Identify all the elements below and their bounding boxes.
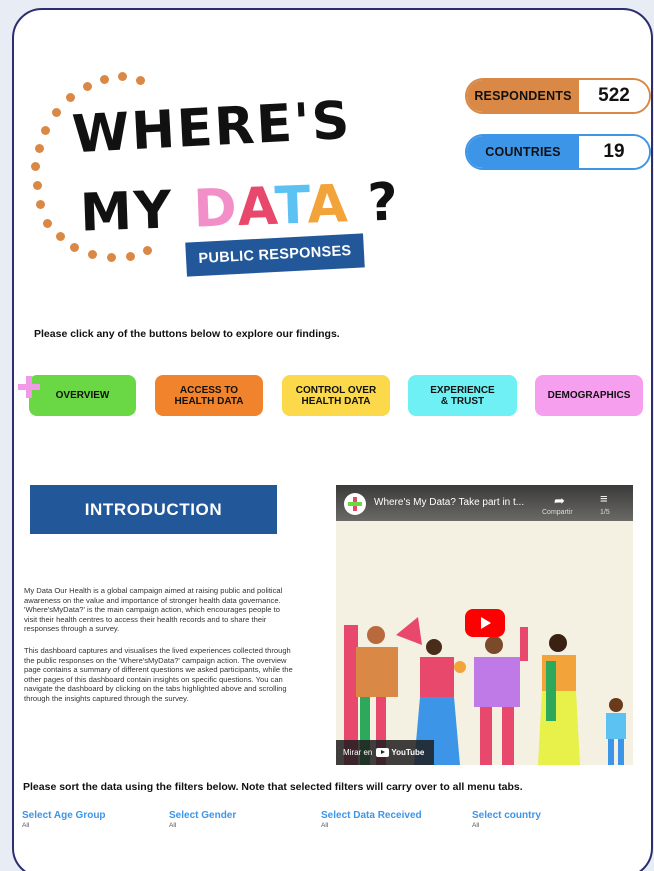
- control-over-health-data-button[interactable]: CONTROL OVER HEALTH DATA: [282, 375, 390, 416]
- watch-on-youtube-button[interactable]: Mirar en YouTube: [336, 740, 434, 765]
- public-responses-badge: PUBLIC RESPONSES: [185, 233, 365, 277]
- respondents-value: 522: [579, 80, 649, 112]
- age-group-filter[interactable]: Select Age Group All: [22, 810, 106, 829]
- intro-paragraph-1: My Data Our Health is a global campaign …: [24, 586, 283, 634]
- youtube-video-embed[interactable]: Where's My Data? Take part in t... ➦ Com…: [336, 485, 633, 765]
- overview-button[interactable]: OVERVIEW: [29, 375, 136, 416]
- respondents-label: RESPONDENTS: [467, 80, 579, 112]
- dashboard-frame: WHERE'S MY DATA ? PUBLIC RESPONSES RESPO…: [12, 8, 653, 871]
- gender-filter[interactable]: Select Gender All: [169, 810, 236, 829]
- video-title[interactable]: Where's My Data? Take part in t...: [374, 497, 544, 508]
- channel-icon[interactable]: [344, 493, 366, 515]
- demographics-button[interactable]: DEMOGRAPHICS: [535, 375, 643, 416]
- countries-card: COUNTRIES 19: [465, 134, 651, 170]
- countries-label: COUNTRIES: [467, 136, 579, 168]
- share-icon[interactable]: ➦: [554, 493, 565, 509]
- watch-on-label: Mirar en: [343, 748, 373, 757]
- explore-prompt: Please click any of the buttons below to…: [34, 328, 340, 340]
- country-filter[interactable]: Select country All: [472, 810, 541, 829]
- intro-paragraph-2: This dashboard captures and visualises t…: [24, 646, 293, 703]
- youtube-play-icon: [376, 748, 390, 757]
- plus-icon: [18, 376, 40, 398]
- youtube-logo: YouTube: [376, 748, 424, 757]
- playlist-icon[interactable]: ≡: [600, 491, 608, 506]
- logo-title-line1: WHERE'S: [70, 90, 353, 166]
- filter-prompt: Please sort the data using the filters b…: [23, 781, 523, 793]
- access-to-health-data-button[interactable]: ACCESS TO HEALTH DATA: [155, 375, 263, 416]
- share-label[interactable]: Compartir: [542, 509, 573, 516]
- introduction-heading: INTRODUCTION: [30, 485, 277, 534]
- respondents-card: RESPONDENTS 522: [465, 78, 651, 114]
- logo-title-line2: MY DATA ?: [79, 172, 401, 244]
- data-received-filter[interactable]: Select Data Received All: [321, 810, 422, 829]
- experience-trust-button[interactable]: EXPERIENCE & TRUST: [408, 375, 517, 416]
- play-button-icon[interactable]: [465, 609, 505, 637]
- countries-value: 19: [579, 136, 649, 168]
- playlist-count: 1/5: [600, 509, 610, 516]
